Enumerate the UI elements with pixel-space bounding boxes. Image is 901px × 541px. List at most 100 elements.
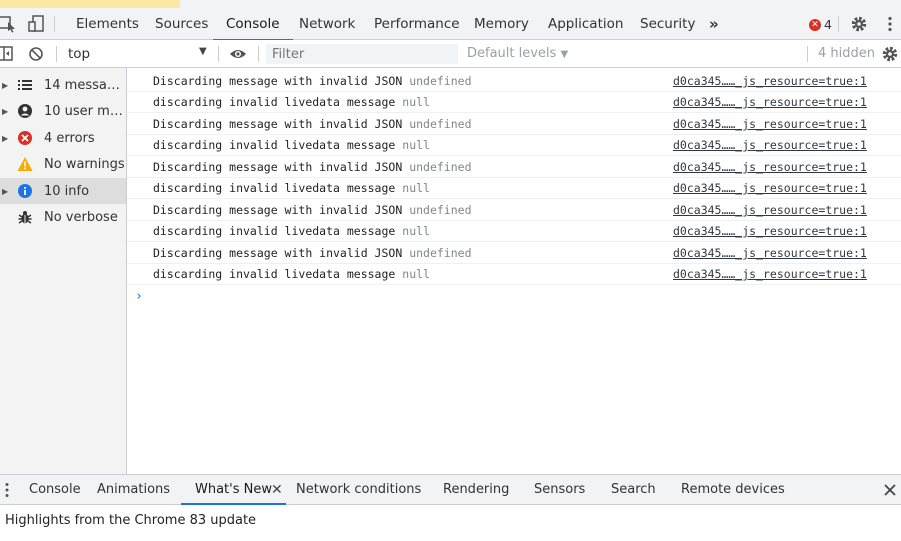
bug-icon bbox=[17, 209, 33, 225]
log-levels-label: Default levels bbox=[467, 46, 557, 61]
expand-arrow-icon[interactable]: ▶ bbox=[2, 107, 8, 116]
tab-memory[interactable]: Memory bbox=[474, 8, 529, 40]
message-text: Discarding message with invalid JSON bbox=[153, 74, 403, 88]
drawer-tab-whats-new[interactable]: What's New bbox=[195, 475, 272, 505]
console-message-row[interactable]: Discarding message with invalid JSON und… bbox=[127, 71, 901, 92]
message-source-link[interactable]: d0ca345……_js_resource=true:1 bbox=[673, 95, 867, 109]
message-source-link[interactable]: d0ca345……_js_resource=true:1 bbox=[673, 267, 867, 281]
drawer-tab-animations[interactable]: Animations bbox=[97, 475, 170, 505]
console-message-row[interactable]: Discarding message with invalid JSON und… bbox=[127, 114, 901, 135]
console-message-row[interactable]: discarding invalid livedata message null… bbox=[127, 135, 901, 156]
context-dropdown-icon[interactable]: ▼ bbox=[199, 46, 207, 57]
divider bbox=[258, 46, 259, 62]
drawer-tab-sensors[interactable]: Sensors bbox=[534, 475, 585, 505]
inspect-element-icon[interactable] bbox=[0, 15, 18, 33]
message-text: discarding invalid livedata message bbox=[153, 267, 396, 281]
console-message-row[interactable]: discarding invalid livedata message null… bbox=[127, 221, 901, 242]
live-expression-eye-icon[interactable] bbox=[229, 45, 247, 63]
message-value[interactable]: undefined bbox=[409, 74, 471, 88]
close-tab-icon[interactable]: ✕ bbox=[271, 475, 283, 505]
console-settings-gear-icon[interactable] bbox=[881, 45, 899, 63]
whats-new-panel: Highlights from the Chrome 83 update bbox=[0, 505, 901, 541]
divider bbox=[838, 16, 839, 32]
more-options-icon[interactable] bbox=[881, 15, 899, 33]
message-source-link[interactable]: d0ca345……_js_resource=true:1 bbox=[673, 181, 867, 195]
sidebar-item-verbose[interactable]: No verbose bbox=[0, 204, 126, 230]
message-text: Discarding message with invalid JSON bbox=[153, 203, 403, 217]
sidebar-item-info[interactable]: ▶ 10 info bbox=[0, 178, 126, 204]
message-value[interactable]: null bbox=[402, 181, 430, 195]
console-messages: Discarding message with invalid JSON und… bbox=[127, 68, 901, 474]
hidden-count: 4 hidden bbox=[818, 46, 875, 61]
message-source-link[interactable]: d0ca345……_js_resource=true:1 bbox=[673, 224, 867, 238]
error-icon bbox=[17, 130, 33, 146]
top-strip bbox=[0, 0, 901, 8]
drawer-tab-rendering[interactable]: Rendering bbox=[443, 475, 509, 505]
message-value[interactable]: null bbox=[402, 224, 430, 238]
clear-console-icon[interactable] bbox=[27, 45, 45, 63]
tab-elements[interactable]: Elements bbox=[76, 8, 139, 40]
filter-input[interactable] bbox=[266, 44, 458, 64]
sidebar-item-messages[interactable]: ▶ 14 messages bbox=[0, 72, 126, 98]
message-source-link[interactable]: d0ca345……_js_resource=true:1 bbox=[673, 74, 867, 88]
drawer-tab-remote-devices[interactable]: Remote devices bbox=[681, 475, 785, 505]
message-value[interactable]: null bbox=[402, 267, 430, 281]
list-icon bbox=[17, 77, 33, 93]
tab-console[interactable]: Console bbox=[213, 8, 293, 41]
drawer-tab-search[interactable]: Search bbox=[611, 475, 656, 505]
expand-arrow-icon[interactable]: ▶ bbox=[2, 134, 8, 143]
sidebar-item-label: 10 info bbox=[44, 183, 90, 199]
message-value[interactable]: null bbox=[402, 138, 430, 152]
sidebar-item-user-messages[interactable]: ▶ 10 user messages bbox=[0, 98, 126, 124]
message-value[interactable]: undefined bbox=[409, 117, 471, 131]
drawer-tabbar: Console Animations What's New ✕ Network … bbox=[0, 474, 901, 505]
sidebar-item-warnings[interactable]: No warnings bbox=[0, 151, 126, 177]
more-tabs-icon[interactable]: » bbox=[709, 8, 719, 40]
tab-application[interactable]: Application bbox=[548, 8, 623, 40]
console-message-row[interactable]: discarding invalid livedata message null… bbox=[127, 264, 901, 285]
drawer-tab-console[interactable]: Console bbox=[29, 475, 81, 505]
message-value[interactable]: undefined bbox=[409, 246, 471, 260]
tab-sources[interactable]: Sources bbox=[155, 8, 208, 40]
drawer-tab-network-conditions[interactable]: Network conditions bbox=[296, 475, 421, 505]
context-selector[interactable]: top bbox=[68, 46, 90, 62]
tab-network[interactable]: Network bbox=[299, 8, 355, 40]
sidebar-item-errors[interactable]: ▶ 4 errors bbox=[0, 125, 126, 151]
device-toolbar-icon[interactable] bbox=[27, 15, 45, 33]
console-message-row[interactable]: Discarding message with invalid JSON und… bbox=[127, 200, 901, 221]
message-text: discarding invalid livedata message bbox=[153, 181, 396, 195]
expand-arrow-icon[interactable]: ▶ bbox=[2, 81, 8, 90]
error-count-badge[interactable]: ✕ 4 bbox=[809, 17, 832, 32]
message-source-link[interactable]: d0ca345……_js_resource=true:1 bbox=[673, 117, 867, 131]
tab-performance[interactable]: Performance bbox=[374, 8, 460, 40]
user-icon bbox=[17, 103, 33, 119]
console-message-row[interactable]: discarding invalid livedata message null… bbox=[127, 178, 901, 199]
console-sidebar: ▶ 14 messages ▶ 10 user messages ▶ 4 err… bbox=[0, 68, 127, 474]
console-message-row[interactable]: Discarding message with invalid JSON und… bbox=[127, 243, 901, 264]
warning-icon bbox=[17, 156, 33, 172]
tab-security[interactable]: Security bbox=[640, 8, 695, 40]
message-value[interactable]: undefined bbox=[409, 203, 471, 217]
expand-arrow-icon[interactable]: ▶ bbox=[2, 187, 8, 196]
message-value[interactable]: null bbox=[402, 95, 430, 109]
drawer-menu-icon[interactable] bbox=[0, 481, 16, 499]
message-value[interactable]: undefined bbox=[409, 160, 471, 174]
console-message-row[interactable]: Discarding message with invalid JSON und… bbox=[127, 157, 901, 178]
show-sidebar-icon[interactable] bbox=[0, 45, 16, 63]
chevron-down-icon: ▼ bbox=[560, 49, 569, 60]
divider bbox=[807, 46, 808, 62]
message-source-link[interactable]: d0ca345……_js_resource=true:1 bbox=[673, 246, 867, 260]
close-drawer-icon[interactable] bbox=[881, 481, 899, 499]
sidebar-item-label: No verbose bbox=[44, 209, 118, 225]
message-source-link[interactable]: d0ca345……_js_resource=true:1 bbox=[673, 138, 867, 152]
divider bbox=[218, 46, 219, 62]
console-prompt-chevron-icon[interactable]: › bbox=[135, 289, 143, 304]
message-source-link[interactable]: d0ca345……_js_resource=true:1 bbox=[673, 203, 867, 217]
devtools-tabbar: Elements Sources Console Network Perform… bbox=[0, 8, 901, 41]
settings-gear-icon[interactable] bbox=[850, 15, 868, 33]
sidebar-item-label: No warnings bbox=[44, 156, 125, 172]
console-message-row[interactable]: discarding invalid livedata message null… bbox=[127, 92, 901, 113]
message-source-link[interactable]: d0ca345……_js_resource=true:1 bbox=[673, 160, 867, 174]
divider bbox=[54, 16, 55, 32]
log-levels-dropdown[interactable]: Default levels ▼ bbox=[467, 46, 568, 61]
